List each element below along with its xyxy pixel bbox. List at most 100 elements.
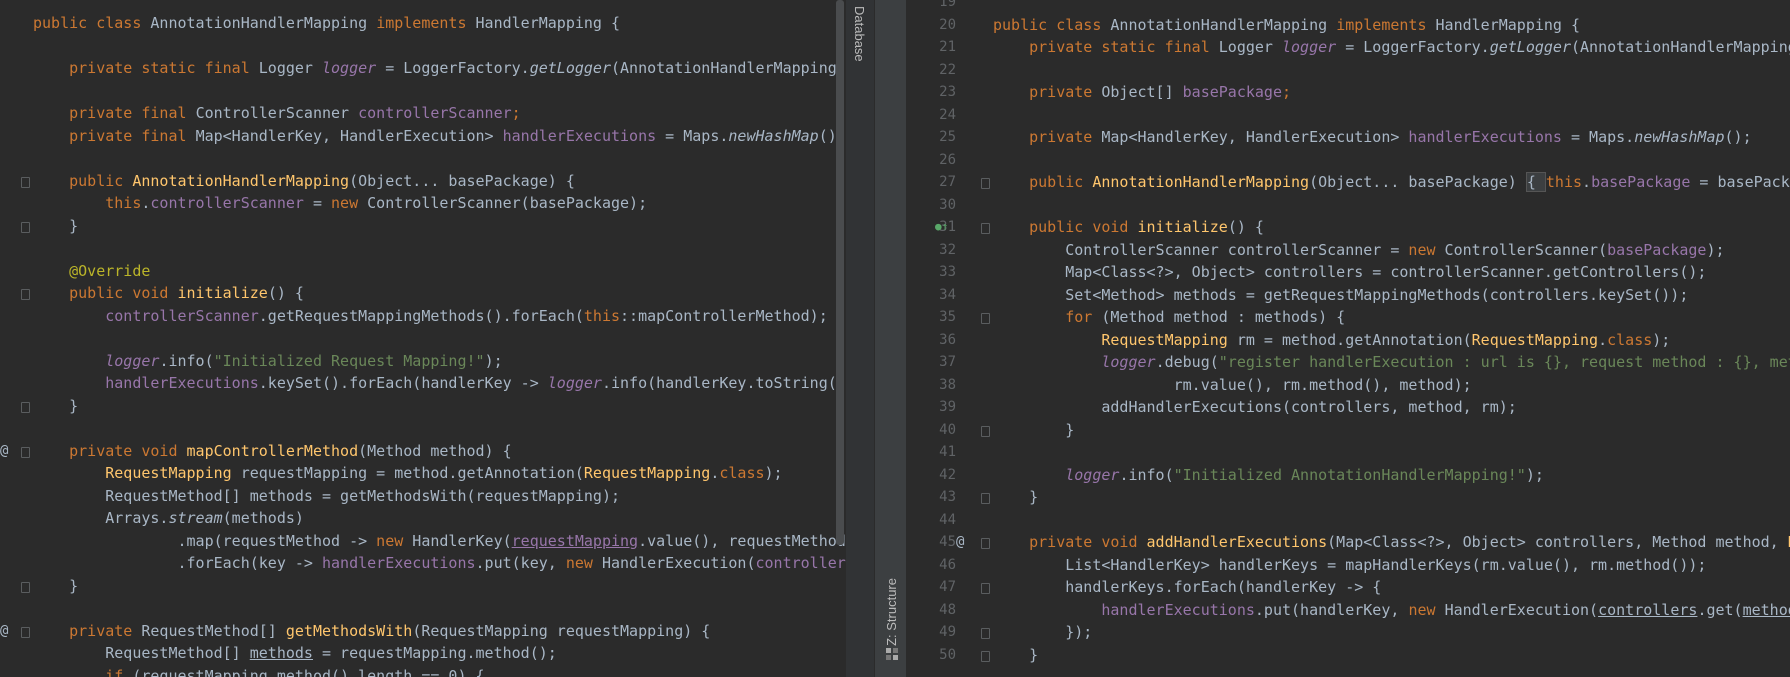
right-tool-strip: Z: Structure bbox=[876, 0, 906, 677]
code-line[interactable] bbox=[0, 35, 846, 58]
fold-toggle-icon[interactable] bbox=[981, 313, 990, 324]
code-line[interactable]: if (requestMapping.method().length == 0)… bbox=[0, 665, 846, 677]
code-line[interactable]: 19 bbox=[906, 0, 1790, 14]
structure-tool-tab[interactable]: Z: Structure bbox=[884, 578, 899, 646]
code-line[interactable] bbox=[0, 417, 846, 440]
code-line[interactable]: 45 @ private void addHandlerExecutions(Ma… bbox=[906, 531, 1790, 554]
line-number: 27 bbox=[939, 174, 956, 190]
database-tool-tab[interactable]: Database bbox=[852, 6, 867, 62]
code-line[interactable] bbox=[0, 147, 846, 170]
code-line[interactable]: 30 bbox=[906, 194, 1790, 217]
code-line[interactable]: 21 private static final Logger logger = … bbox=[906, 36, 1790, 59]
code-line[interactable]: handlerExecutions.keySet().forEach(handl… bbox=[0, 372, 846, 395]
code-line[interactable]: 31 ●↑ public void initialize() { bbox=[906, 216, 1790, 239]
annotation-gutter-icon[interactable]: @ bbox=[956, 531, 964, 554]
code-line[interactable]: 44 bbox=[906, 509, 1790, 532]
code-line[interactable] bbox=[0, 237, 846, 260]
code-line[interactable]: 34 Set<Method> methods = getRequestMappi… bbox=[906, 284, 1790, 307]
line-number: 48 bbox=[939, 601, 956, 618]
code-line[interactable]: 24 bbox=[906, 104, 1790, 127]
code-line[interactable]: 23 private Object[] basePackage; bbox=[906, 81, 1790, 104]
fold-toggle-icon[interactable] bbox=[981, 425, 990, 437]
code-line[interactable]: .forEach(key -> handlerExecutions.put(ke… bbox=[0, 552, 846, 575]
code-line[interactable]: 27 public AnnotationHandlerMapping(Objec… bbox=[906, 171, 1790, 194]
code-line[interactable]: } bbox=[0, 575, 846, 598]
code-line[interactable]: private final Map<HandlerKey, HandlerExe… bbox=[0, 125, 846, 148]
code-line[interactable]: controllerScanner.getRequestMappingMetho… bbox=[0, 305, 846, 328]
fold-toggle-icon[interactable] bbox=[981, 583, 990, 594]
code-text: this.controllerScanner = new ControllerS… bbox=[33, 194, 648, 212]
code-text: RequestMapping rm = method.getAnnotation… bbox=[993, 330, 1671, 349]
code-line[interactable] bbox=[0, 80, 846, 103]
code-line[interactable]: @ private RequestMethod[] getMethodsWith… bbox=[0, 620, 846, 643]
fold-toggle-icon[interactable] bbox=[21, 289, 30, 300]
code-line[interactable]: .map(requestMethod -> new HandlerKey(req… bbox=[0, 530, 846, 553]
fold-toggle-icon[interactable] bbox=[981, 493, 990, 504]
annotation-gutter-icon[interactable]: @ bbox=[0, 620, 8, 643]
code-line[interactable]: logger.info("Initialized Request Mapping… bbox=[0, 350, 846, 373]
fold-toggle-icon[interactable] bbox=[21, 446, 30, 458]
code-line[interactable]: 40 } bbox=[906, 419, 1790, 442]
code-line[interactable]: RequestMethod[] methods = requestMapping… bbox=[0, 642, 846, 665]
code-line[interactable]: 33 Map<Class<?>, Object> controllers = c… bbox=[906, 261, 1790, 284]
fold-toggle-icon[interactable] bbox=[21, 221, 30, 233]
annotation-gutter-icon[interactable]: @ bbox=[0, 440, 8, 463]
line-number: 47 bbox=[939, 579, 956, 595]
code-line[interactable]: 42 logger.info("Initialized AnnotationHa… bbox=[906, 464, 1790, 487]
left-editor-scrollbar[interactable] bbox=[836, 0, 844, 545]
fold-toggle-icon[interactable] bbox=[981, 650, 990, 662]
code-line[interactable]: this.controllerScanner = new ControllerS… bbox=[0, 192, 846, 215]
left-code-editor[interactable]: public class AnnotationHandlerMapping im… bbox=[0, 0, 846, 677]
code-text: .forEach(key -> handlerExecutions.put(ke… bbox=[33, 554, 846, 572]
code-line[interactable]: 47 handlerKeys.forEach(handlerKey -> { bbox=[906, 576, 1790, 599]
code-line[interactable]: 37 logger.debug("register handlerExecuti… bbox=[906, 351, 1790, 374]
right-code-editor[interactable]: 19 20 public class AnnotationHandlerMappin… bbox=[906, 0, 1790, 677]
code-line[interactable]: @ private void mapControllerMethod(Metho… bbox=[0, 440, 846, 463]
code-text: public void initialize() { bbox=[993, 218, 1264, 236]
code-text: } bbox=[993, 645, 1039, 664]
code-line[interactable]: 50 } bbox=[906, 644, 1790, 667]
line-number: 36 bbox=[939, 331, 956, 348]
code-line[interactable] bbox=[0, 327, 846, 350]
code-line[interactable]: 41 bbox=[906, 441, 1790, 464]
code-line[interactable]: 49 }); bbox=[906, 621, 1790, 644]
code-line[interactable]: 35 for (Method method : methods) { bbox=[906, 306, 1790, 329]
code-line[interactable]: public void initialize() { bbox=[0, 282, 846, 305]
fold-toggle-icon[interactable] bbox=[981, 538, 990, 549]
fold-toggle-icon[interactable] bbox=[981, 628, 990, 639]
code-line[interactable]: 25 private Map<HandlerKey, HandlerExecut… bbox=[906, 126, 1790, 149]
code-line[interactable]: 39 addHandlerExecutions(controllers, met… bbox=[906, 396, 1790, 419]
code-line[interactable]: @Override bbox=[0, 260, 846, 283]
code-line[interactable]: Arrays.stream(methods) bbox=[0, 507, 846, 530]
code-line[interactable]: 48 handlerExecutions.put(handlerKey, new… bbox=[906, 599, 1790, 622]
code-line[interactable]: } bbox=[0, 215, 846, 238]
fold-toggle-icon[interactable] bbox=[21, 581, 30, 593]
fold-toggle-icon[interactable] bbox=[21, 401, 30, 413]
fold-toggle-icon[interactable] bbox=[981, 223, 990, 234]
code-line[interactable]: RequestMethod[] methods = getMethodsWith… bbox=[0, 485, 846, 508]
line-number: 46 bbox=[939, 556, 956, 573]
implements-method-icon[interactable]: ●↑ bbox=[935, 216, 948, 239]
fold-toggle-icon[interactable] bbox=[981, 178, 990, 189]
code-line[interactable]: 20 public class AnnotationHandlerMapping … bbox=[906, 14, 1790, 37]
fold-toggle-icon[interactable] bbox=[21, 176, 30, 188]
code-text: .map(requestMethod -> new HandlerKey(req… bbox=[33, 531, 846, 550]
fold-toggle-icon[interactable] bbox=[21, 626, 30, 638]
code-line[interactable]: 38 rm.value(), rm.method(), method); bbox=[906, 374, 1790, 397]
code-line[interactable]: private final ControllerScanner controll… bbox=[0, 102, 846, 125]
code-line[interactable]: 43 } bbox=[906, 486, 1790, 509]
code-line[interactable]: 32 ControllerScanner controllerScanner =… bbox=[906, 239, 1790, 262]
code-line[interactable]: RequestMapping requestMapping = method.g… bbox=[0, 462, 846, 485]
code-text: } bbox=[33, 576, 79, 595]
code-line[interactable]: 46 List<HandlerKey> handlerKeys = mapHan… bbox=[906, 554, 1790, 577]
code-line[interactable] bbox=[0, 597, 846, 620]
code-line[interactable]: } bbox=[0, 395, 846, 418]
code-line[interactable]: private static final Logger logger = Log… bbox=[0, 57, 846, 80]
code-line[interactable]: public AnnotationHandlerMapping(Object..… bbox=[0, 170, 846, 193]
code-text: addHandlerExecutions(controllers, method… bbox=[993, 398, 1517, 416]
code-line[interactable]: 36 RequestMapping rm = method.getAnnotat… bbox=[906, 329, 1790, 352]
code-line[interactable]: 26 bbox=[906, 149, 1790, 172]
code-line[interactable]: 22 bbox=[906, 59, 1790, 82]
code-line[interactable]: public class AnnotationHandlerMapping im… bbox=[0, 12, 846, 35]
line-number: 37 bbox=[939, 354, 956, 370]
